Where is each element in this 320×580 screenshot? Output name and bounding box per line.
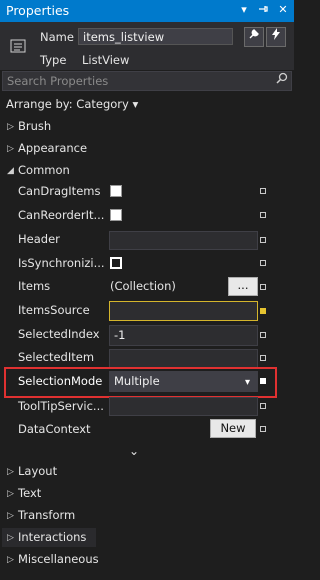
pin-icon[interactable] (256, 3, 270, 17)
highlight-box (4, 367, 277, 398)
expand-icon[interactable]: ▷ (7, 144, 14, 154)
category-layout[interactable]: Layout (18, 464, 57, 478)
selectedindex-field[interactable]: -1 (109, 325, 258, 346)
expand-icon[interactable]: ▷ (7, 511, 14, 521)
candragitems-checkbox[interactable] (110, 185, 122, 197)
prop-canreorder-label: CanReorderIt... (18, 208, 105, 222)
expand-icon[interactable]: ▷ (7, 533, 14, 543)
header-field[interactable] (109, 231, 258, 250)
items-value: (Collection) (110, 279, 176, 293)
name-label: Name (40, 30, 74, 44)
property-marker[interactable] (260, 403, 266, 409)
close-icon[interactable]: ✕ (276, 3, 290, 17)
prop-selecteditem-label: SelectedItem (18, 350, 95, 364)
property-marker[interactable] (260, 260, 266, 266)
name-field[interactable]: items_listview (78, 28, 233, 45)
itemssource-field[interactable] (109, 301, 258, 321)
expand-icon[interactable]: ▷ (7, 467, 14, 477)
prop-issync-label: IsSynchronizi... (18, 256, 105, 270)
property-marker[interactable] (260, 284, 266, 290)
arrange-by-dropdown[interactable]: Arrange by: Category ▾ (6, 97, 138, 111)
property-marker[interactable] (260, 426, 266, 432)
category-interactions[interactable]: Interactions (18, 530, 86, 544)
expand-icon[interactable]: ▷ (7, 489, 14, 499)
category-common[interactable]: Common (18, 163, 70, 177)
property-marker[interactable] (260, 237, 266, 243)
property-marker[interactable] (260, 188, 266, 194)
expand-icon[interactable]: ▷ (7, 555, 14, 565)
canreorderitems-checkbox[interactable] (110, 209, 122, 221)
prop-candragitems-label: CanDragItems (18, 184, 101, 198)
type-label: Type (40, 53, 67, 67)
prop-header-label: Header (18, 232, 60, 246)
category-appearance[interactable]: Appearance (18, 141, 87, 155)
type-value: ListView (82, 53, 130, 67)
show-advanced-chevron-icon[interactable]: ⌄ (129, 444, 139, 458)
window-title: Properties (6, 3, 70, 18)
prop-itemssource-label: ItemsSource (18, 303, 90, 317)
dropdown-icon[interactable]: ▾ (237, 3, 251, 17)
collapse-icon[interactable]: ◢ (7, 166, 14, 176)
object-icon (10, 38, 26, 54)
selecteditem-field[interactable] (109, 349, 258, 368)
events-button[interactable] (266, 27, 286, 47)
new-button[interactable]: New (210, 419, 256, 438)
prop-tooltip-label: ToolTipServic... (18, 399, 104, 413)
issynchronized-checkbox[interactable] (110, 257, 122, 269)
property-marker[interactable] (260, 212, 266, 218)
search-icon[interactable] (276, 72, 288, 87)
expand-icon[interactable]: ▷ (7, 122, 14, 132)
items-ellipsis-button[interactable]: ... (228, 277, 258, 296)
prop-selectedindex-label: SelectedIndex (18, 327, 100, 341)
search-input[interactable]: Search Properties (2, 71, 292, 91)
tooltip-field[interactable] (109, 397, 258, 416)
property-marker[interactable] (260, 332, 266, 338)
property-marker[interactable] (260, 355, 266, 361)
category-brush[interactable]: Brush (18, 119, 51, 133)
prop-items-label: Items (18, 279, 51, 293)
property-marker[interactable] (260, 308, 266, 314)
category-miscellaneous[interactable]: Miscellaneous (18, 552, 99, 566)
category-text[interactable]: Text (18, 486, 41, 500)
properties-button[interactable] (244, 27, 264, 47)
category-transform[interactable]: Transform (18, 508, 75, 522)
prop-datacontext-label: DataContext (18, 422, 91, 436)
